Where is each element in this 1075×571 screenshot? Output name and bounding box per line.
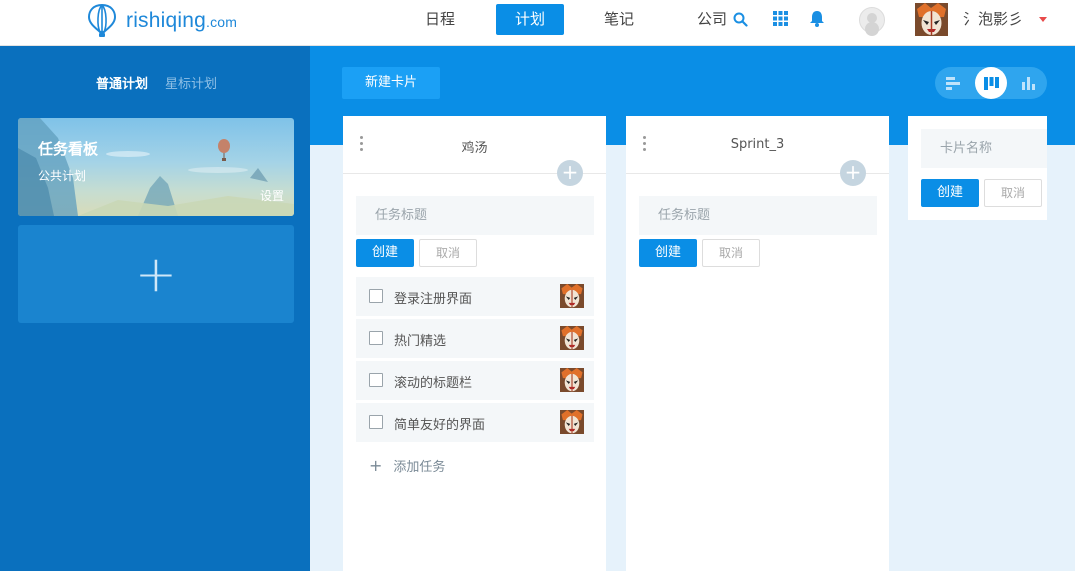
sidebar-tabs: 普通计划 星标计划 [0, 73, 310, 92]
add-task-link[interactable]: + 添加任务 [369, 456, 445, 475]
task-checkbox[interactable] [369, 289, 383, 303]
task-checkbox[interactable] [369, 331, 383, 345]
task-assignee-avatar[interactable] [560, 284, 584, 308]
task-checkbox[interactable] [369, 373, 383, 387]
add-task-plus-icon[interactable]: + [557, 160, 583, 186]
character-portrait-icon [560, 368, 584, 392]
tab-normal-plan[interactable]: 普通计划 [96, 73, 148, 92]
kanban-column: Sprint_3 + [626, 116, 889, 571]
add-board-button[interactable]: + [18, 225, 294, 323]
column-title[interactable]: 鸡汤 [343, 137, 606, 156]
task-assignee-avatar[interactable] [560, 410, 584, 434]
character-portrait-icon [560, 410, 584, 434]
task-item[interactable]: 热门精选 [356, 319, 594, 358]
create-card-button[interactable]: 创建 [921, 179, 979, 207]
column-header: Sprint_3 + [626, 116, 889, 186]
board-subtitle: 公共计划 [38, 169, 87, 183]
logo[interactable]: rishiqing.com [88, 4, 237, 38]
character-portrait-icon [915, 3, 948, 36]
cancel-task-button[interactable]: 取消 [419, 239, 477, 267]
task-name[interactable]: 简单友好的界面 [394, 414, 485, 433]
bar-chart-icon [1022, 77, 1035, 90]
stats-view-button[interactable] [1013, 67, 1045, 99]
card-name-input[interactable]: 卡片名称 [921, 129, 1047, 168]
task-name[interactable]: 登录注册界面 [394, 288, 472, 307]
top-navigation-bar: rishiqing.com 日程 计划 笔记 公司 氵泡影彡 [0, 0, 1075, 46]
chevron-down-icon[interactable] [1039, 17, 1047, 22]
character-portrait-icon [560, 284, 584, 308]
company-label: 公司 [697, 10, 728, 28]
username[interactable]: 氵泡影彡 [963, 4, 1023, 35]
sidebar: 普通计划 星标计划 任务看板 公共计划 设置 + [0, 46, 310, 571]
company-search[interactable]: 公司 [697, 4, 748, 35]
column-header: 鸡汤 + [343, 116, 606, 186]
task-assignee-avatar[interactable] [560, 368, 584, 392]
placeholder-avatar[interactable] [859, 7, 885, 33]
balloon-logo-icon [88, 4, 116, 37]
nav-plan[interactable]: 计划 [496, 4, 564, 35]
task-item[interactable]: 登录注册界面 [356, 277, 594, 316]
plus-icon: + [369, 456, 383, 475]
cancel-card-button[interactable]: 取消 [984, 179, 1042, 207]
new-card-button[interactable]: 新建卡片 [342, 67, 440, 99]
task-item[interactable]: 简单友好的界面 [356, 403, 594, 442]
nav-notes[interactable]: 笔记 [586, 4, 652, 35]
task-name[interactable]: 热门精选 [394, 330, 446, 349]
bell-icon[interactable] [809, 10, 825, 27]
apps-grid-icon[interactable] [773, 11, 788, 26]
gantt-view-button[interactable] [937, 67, 969, 99]
brand-name: rishiqing.com [126, 9, 238, 32]
create-task-button[interactable]: 创建 [639, 239, 697, 267]
tab-starred-plan[interactable]: 星标计划 [165, 73, 217, 92]
task-assignee-avatar[interactable] [560, 326, 584, 350]
view-toggle [935, 67, 1047, 99]
character-portrait-icon [560, 326, 584, 350]
create-task-button[interactable]: 创建 [356, 239, 414, 267]
task-title-input[interactable]: 任务标题 [639, 196, 877, 235]
column-title[interactable]: Sprint_3 [626, 137, 889, 152]
search-icon[interactable] [733, 12, 748, 27]
gantt-icon [946, 77, 960, 90]
board-title: 任务看板 [38, 140, 99, 158]
user-avatar[interactable] [915, 3, 948, 36]
kanban-icon [983, 76, 999, 90]
task-checkbox[interactable] [369, 415, 383, 429]
board-settings-link[interactable]: 设置 [260, 187, 284, 204]
kanban-view-button[interactable] [975, 67, 1007, 99]
task-name[interactable]: 滚动的标题栏 [394, 372, 472, 391]
nav-schedule[interactable]: 日程 [407, 4, 473, 35]
task-title-input[interactable]: 任务标题 [356, 196, 594, 235]
cancel-task-button[interactable]: 取消 [702, 239, 760, 267]
add-task-plus-icon[interactable]: + [840, 160, 866, 186]
board-card-task-board[interactable]: 任务看板 公共计划 设置 [18, 118, 294, 216]
task-item[interactable]: 滚动的标题栏 [356, 361, 594, 400]
